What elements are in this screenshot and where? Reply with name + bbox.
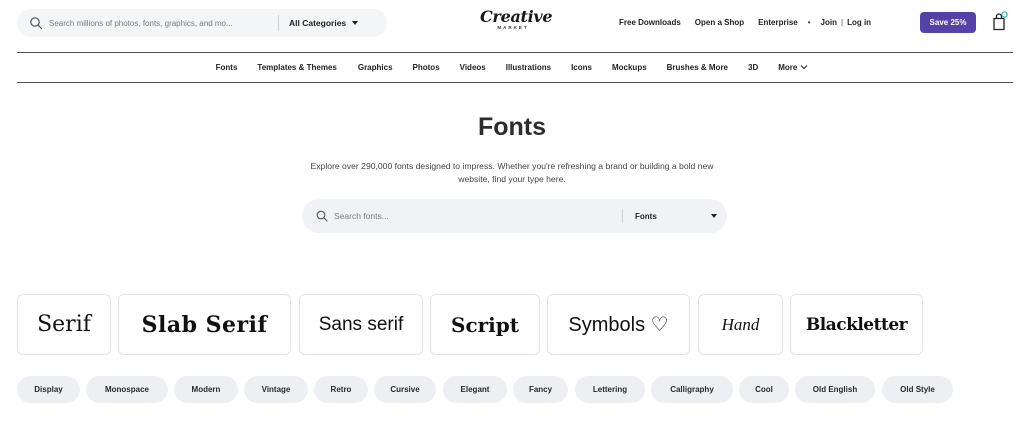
- top-bar: All Categories Creative MARKET Free Down…: [0, 0, 1024, 46]
- style-card-blackletter[interactable]: Blackletter: [790, 294, 923, 355]
- header-links: Free Downloads Open a Shop Enterprise • …: [619, 11, 871, 33]
- open-shop-link[interactable]: Open a Shop: [695, 18, 744, 27]
- free-downloads-link[interactable]: Free Downloads: [619, 18, 681, 27]
- font-search-input[interactable]: [334, 211, 622, 221]
- style-card-slab-serif[interactable]: Slab Serif: [118, 294, 291, 355]
- nav-item-icons[interactable]: Icons: [571, 63, 592, 72]
- nav-item-label: Videos: [459, 63, 486, 72]
- style-card-label: Symbols ♡: [568, 314, 669, 336]
- nav-item-label: More: [778, 63, 798, 72]
- font-filter-dropdown[interactable]: Fonts: [635, 212, 717, 221]
- logo-wordmark: Creative: [480, 7, 553, 26]
- tag-pill-monospace[interactable]: Monospace: [86, 376, 168, 403]
- header-dot-separator: •: [807, 17, 811, 27]
- tag-pill-lettering[interactable]: Lettering: [575, 376, 645, 403]
- nav-item-label: Brushes & More: [666, 63, 729, 72]
- search-divider: [278, 15, 279, 31]
- header-divider-bottom: [17, 82, 1013, 83]
- tag-pill-modern[interactable]: Modern: [174, 376, 238, 403]
- enterprise-link[interactable]: Enterprise: [758, 18, 798, 27]
- creative-market-logo[interactable]: Creative MARKET: [480, 7, 553, 36]
- nav-item-mockups[interactable]: Mockups: [612, 63, 647, 72]
- join-login-separator: |: [840, 17, 844, 27]
- page-description: Explore over 290,000 fonts designed to i…: [310, 161, 714, 184]
- style-card-symbols[interactable]: Symbols ♡: [547, 294, 690, 355]
- tag-pill-fancy[interactable]: Fancy: [513, 376, 568, 403]
- join-link[interactable]: Join: [821, 18, 837, 27]
- font-filter-label: Fonts: [635, 211, 657, 221]
- nav-item-templates-themes[interactable]: Templates & Themes: [257, 63, 336, 72]
- search-icon: [29, 16, 43, 30]
- chevron-down-icon: [800, 65, 808, 70]
- caret-down-icon: [710, 214, 717, 218]
- global-search: All Categories: [17, 9, 387, 37]
- tag-pill-retro[interactable]: Retro: [314, 376, 368, 403]
- tag-pill-vintage[interactable]: Vintage: [244, 376, 308, 403]
- style-card-script[interactable]: Script: [430, 294, 540, 355]
- font-search-bar: Fonts: [302, 199, 727, 233]
- nav-item-label: Templates & Themes: [257, 63, 337, 72]
- category-nav: Fonts Templates & Themes Graphics Photos Vid…: [0, 53, 1024, 82]
- nav-item-label: Graphics: [357, 63, 393, 72]
- nav-item-label: Illustrations: [505, 63, 552, 72]
- global-search-input[interactable]: [49, 18, 274, 28]
- style-card-sans-serif[interactable]: Sans serif: [299, 294, 423, 355]
- style-card-hand[interactable]: Hand: [698, 294, 783, 355]
- style-card-label: Slab Serif: [141, 311, 268, 338]
- nav-item-brushes-more[interactable]: Brushes & More: [667, 63, 728, 72]
- nav-item-label: Photos: [412, 63, 440, 72]
- tag-pill-calligraphy[interactable]: Calligraphy: [651, 376, 733, 403]
- style-card-label: Script: [451, 312, 519, 337]
- nav-item-fonts[interactable]: Fonts: [216, 63, 238, 72]
- style-card-label: Serif: [37, 312, 91, 337]
- nav-item-photos[interactable]: Photos: [413, 63, 440, 72]
- nav-item-videos[interactable]: Videos: [460, 63, 486, 72]
- tag-pill-display[interactable]: Display: [17, 376, 80, 403]
- category-dropdown[interactable]: All Categories: [289, 18, 359, 28]
- nav-item-label: Icons: [571, 63, 592, 72]
- page-title: Fonts: [477, 113, 547, 141]
- nav-item-graphics[interactable]: Graphics: [358, 63, 393, 72]
- nav-item-3d[interactable]: 3D: [748, 63, 758, 72]
- nav-item-label: 3D: [748, 63, 759, 72]
- cart-icon[interactable]: [991, 11, 1008, 31]
- style-card-label: Hand: [721, 314, 760, 334]
- style-card-label: Sans serif: [318, 313, 404, 335]
- tag-pill-cursive[interactable]: Cursive: [374, 376, 436, 403]
- tag-pill-cool[interactable]: Cool: [739, 376, 789, 403]
- style-card-label: Blackletter: [805, 314, 908, 335]
- nav-item-illustrations[interactable]: Illustrations: [506, 63, 551, 72]
- caret-down-icon: [352, 21, 359, 25]
- tag-pill-old-english[interactable]: Old English: [795, 376, 875, 403]
- login-link[interactable]: Log in: [847, 18, 871, 27]
- save-25-button[interactable]: Save 25%: [920, 12, 976, 33]
- font-search-divider: [622, 209, 623, 223]
- nav-item-label: Mockups: [611, 63, 647, 72]
- tag-pill-elegant[interactable]: Elegant: [443, 376, 507, 403]
- nav-item-more[interactable]: More: [778, 63, 808, 72]
- tag-pill-old-style[interactable]: Old Style: [882, 376, 953, 403]
- style-card-serif[interactable]: Serif: [17, 294, 111, 355]
- nav-item-label: Fonts: [215, 63, 238, 72]
- search-icon: [316, 210, 328, 222]
- category-dropdown-label: All Categories: [289, 18, 347, 28]
